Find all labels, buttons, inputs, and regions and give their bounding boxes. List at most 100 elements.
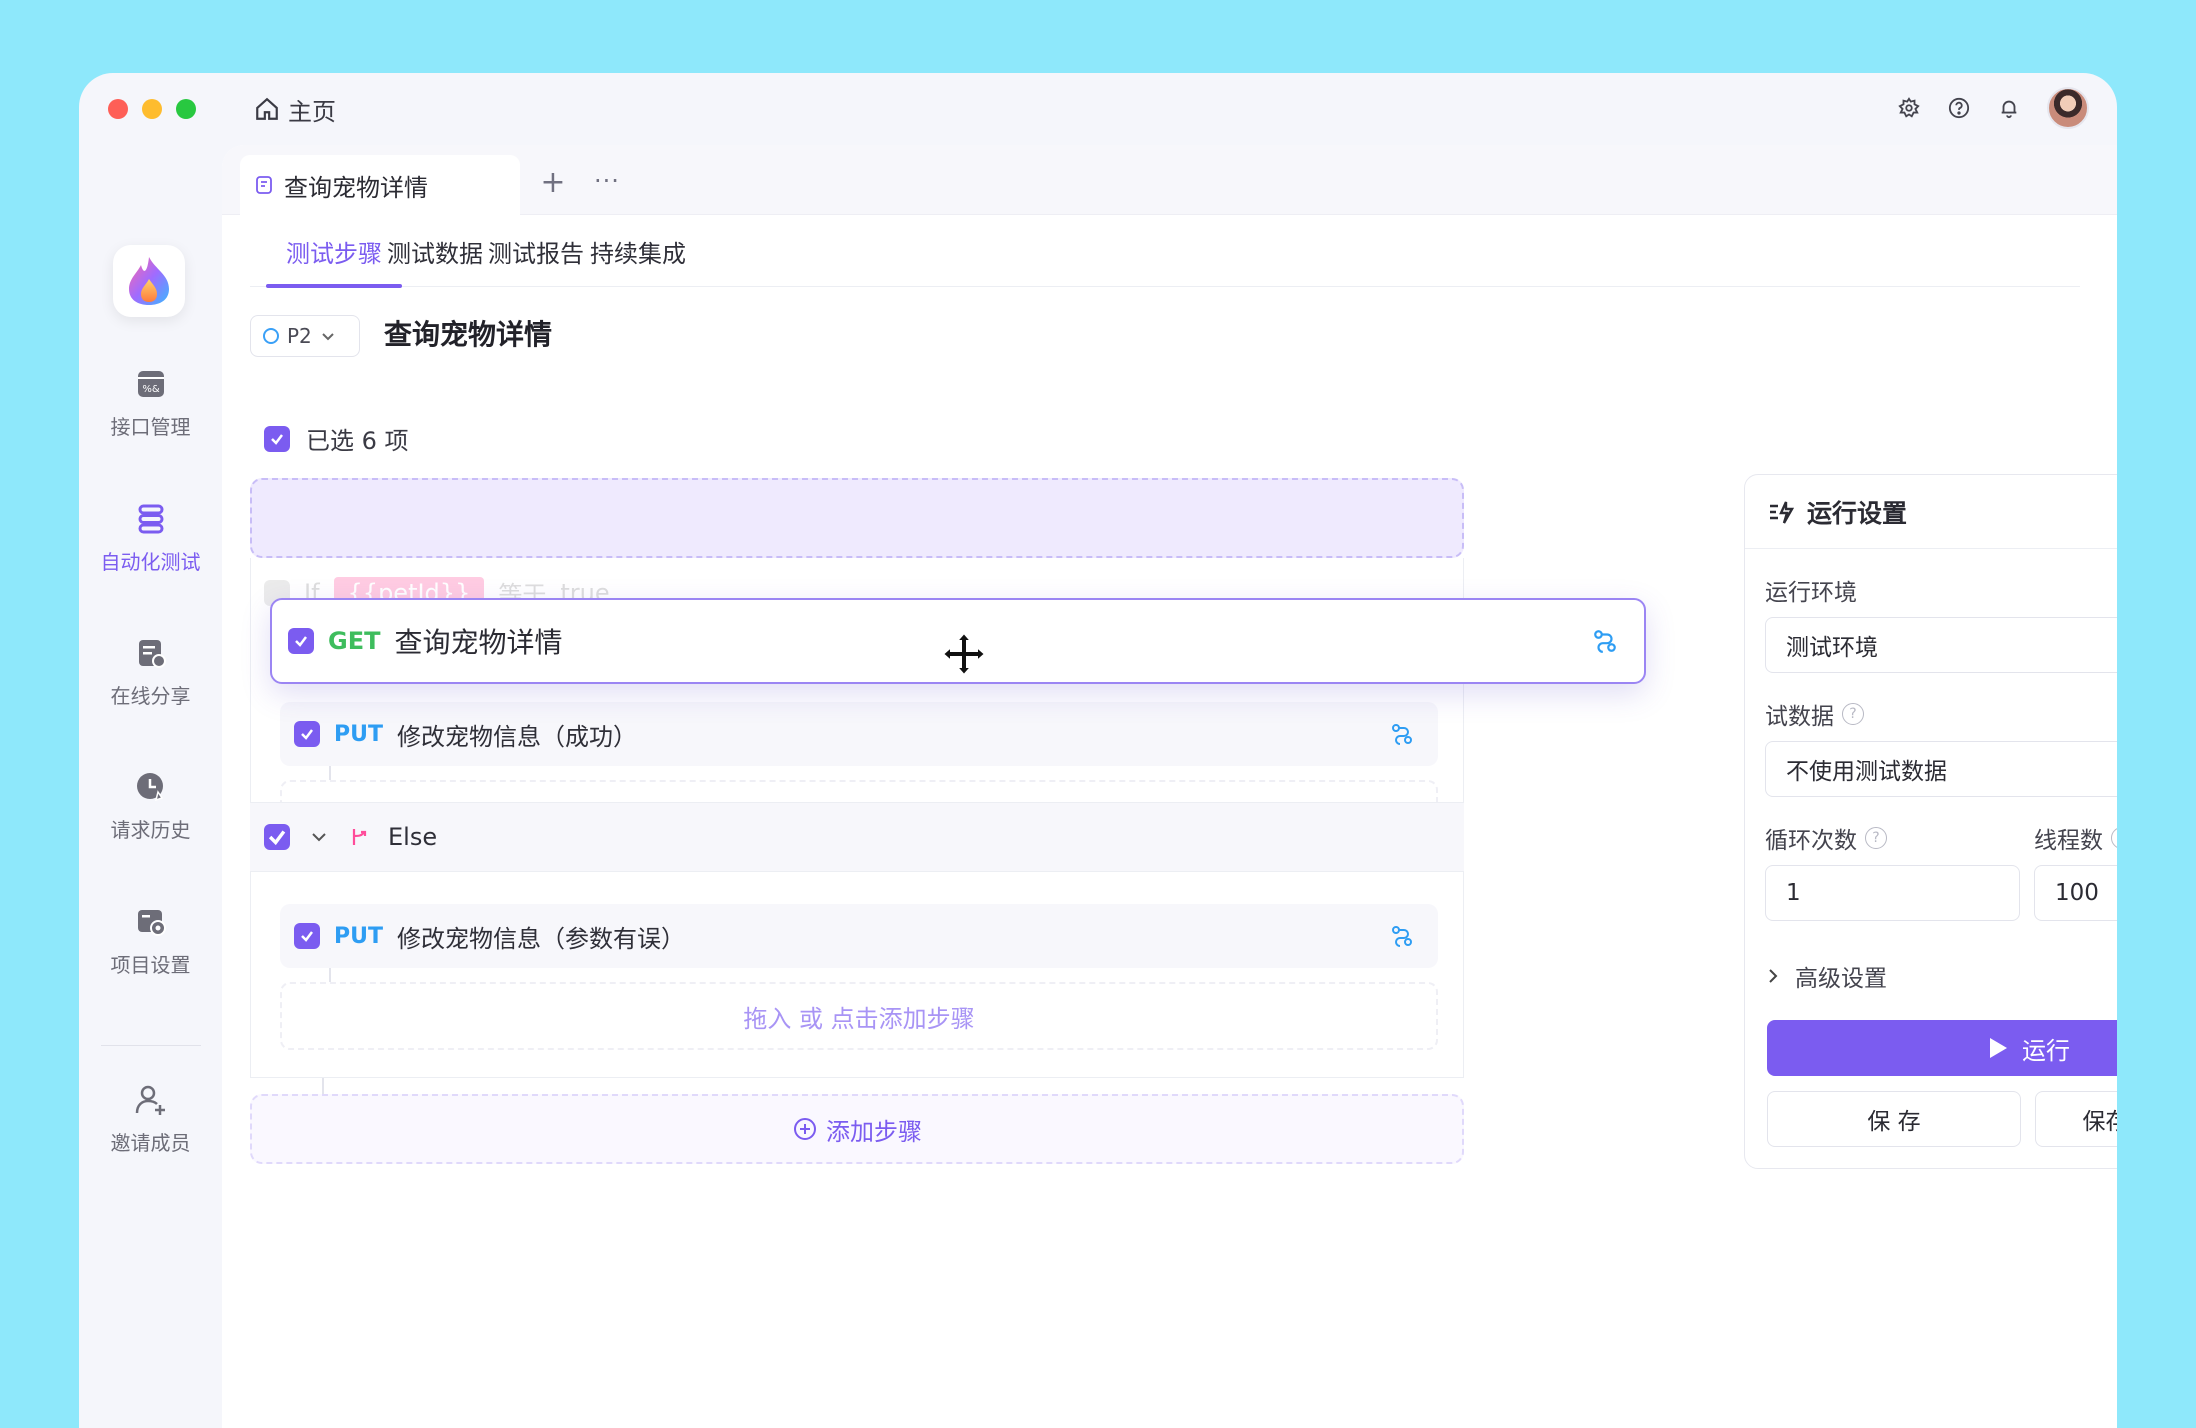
check-icon [301,931,313,942]
help-circle-icon[interactable]: ? [2111,827,2117,849]
test-data-label: 试数据 ? [1765,697,1864,731]
step-connector [329,766,331,780]
http-method: GET [328,627,381,655]
sidebar-item-label: 邀请成员 [110,1131,191,1155]
step-connector [329,968,331,982]
title-bar: 主页 [79,73,2117,145]
top-icon-bar [1897,87,2089,129]
http-method: PUT [334,923,383,949]
step-checkbox[interactable] [294,923,320,949]
help-icon [1948,97,1970,119]
test-data-select[interactable]: 不使用测试数据 [1765,741,2117,797]
linked-api-icon[interactable] [1592,628,1618,654]
loop-count-input[interactable] [1765,865,2020,921]
home-icon [256,97,278,120]
else-label: Else [388,823,438,851]
maximize-window-button[interactable] [176,99,196,119]
sidebar-item-label: 接口管理 [110,415,191,439]
sidebar-item-online-share[interactable]: 在线分享 [79,636,222,709]
notification-button[interactable] [1997,96,2021,120]
help-circle-icon[interactable]: ? [1865,827,1887,849]
sidebar: %& 接口管理 自动化测试 在线分享 请求历史 项目设置 邀请成员 [79,145,222,1428]
sidebar-item-invite-member[interactable]: 邀请成员 [79,1083,222,1156]
env-select[interactable]: 测试环境 [1765,617,2117,673]
priority-dot [263,328,279,344]
step-name: 查询宠物详情 [394,626,563,659]
tab-query-pet-detail[interactable]: 查询宠物详情 [240,155,520,215]
save-as-scene-button[interactable]: 保存为场景实例 [2035,1091,2117,1147]
sidebar-item-project-settings[interactable]: 项目设置 [79,905,222,978]
check-icon [268,830,286,846]
svg-text:%&: %& [142,384,160,395]
sidebar-item-label: 在线分享 [110,684,191,708]
env-label-text: 运行环境 [1765,580,1857,606]
gear-icon [1898,97,1920,118]
test-data-value: 不使用测试数据 [1786,759,1947,785]
drag-drop-placeholder[interactable] [250,478,1464,558]
run-settings-panel: 运行设置 运行环境 测试环境 试数据 ? 不使用测试数据 循环次数 ? 1 线程… [1744,474,2117,1169]
share-icon [138,640,166,668]
priority-select[interactable]: P2 [250,315,360,357]
more-tabs-button[interactable]: ··· [594,167,620,195]
tab-test-steps[interactable]: 测试步骤 [266,215,402,288]
step-put-error[interactable]: PUT 修改宠物信息（参数有误） [280,904,1438,968]
user-avatar[interactable] [2047,87,2089,129]
plus-circle-icon [794,1118,816,1140]
env-value: 测试环境 [1786,635,1878,661]
linked-api-icon[interactable] [1390,924,1414,948]
tab-test-data[interactable]: 测试数据 [387,215,483,287]
history-icon [136,773,163,802]
tab-continuous-integration[interactable]: 持续集成 [590,215,686,287]
tab-label: 查询宠物详情 [284,173,428,202]
sidebar-item-request-history[interactable]: 请求历史 [79,770,222,843]
project-settings-icon [137,910,166,936]
drop-or-add-step-zone[interactable]: 拖入 或 点击添加步骤 [280,982,1438,1050]
run-button[interactable]: 运行 [1767,1020,2117,1076]
selected-count: 已选 6 项 [306,427,409,455]
settings-gear-button[interactable] [1897,96,1921,120]
add-step-label: 添加步骤 [826,1117,922,1146]
else-branch-row[interactable]: Else [250,802,1464,872]
sidebar-item-automation[interactable]: 自动化测试 [79,502,222,575]
invite-member-icon [135,1085,165,1115]
close-window-button[interactable] [108,99,128,119]
minimize-window-button[interactable] [142,99,162,119]
play-icon [1990,1038,2007,1058]
page-title: 查询宠物详情 [384,318,553,351]
bell-icon [2001,100,2017,119]
env-label: 运行环境 [1765,573,1857,607]
step-connector [322,1078,324,1094]
sidebar-item-label: 项目设置 [110,953,191,977]
run-settings-title: 运行设置 [1807,498,1908,528]
home-label: 主页 [288,97,336,126]
loop-count-label-text: 循环次数 [1765,828,1857,854]
step-checkbox[interactable] [294,721,320,747]
help-button[interactable] [1947,96,1971,120]
save-button[interactable]: 保 存 [1767,1091,2021,1147]
step-checkbox[interactable] [288,628,314,654]
select-all-row: 已选 6 项 [264,421,409,456]
test-data-label-text: 试数据 [1765,704,1834,730]
add-step-button[interactable]: 添加步骤 [250,1094,1464,1164]
app-logo[interactable] [113,245,185,317]
app-window: 主页 %& 接口管理 自动化测试 在线分享 请求历史 项目设置 邀请成员 查询宠… [79,73,2117,1428]
run-settings-icon [1770,501,1795,524]
step-put-success[interactable]: PUT 修改宠物信息（成功） [280,702,1438,766]
select-all-checkbox[interactable] [264,425,290,452]
linked-api-icon[interactable] [1390,722,1414,746]
sidebar-item-api-management[interactable]: %& 接口管理 [79,367,222,440]
chevron-down-icon[interactable] [308,826,330,848]
sidebar-item-label: 请求历史 [110,818,191,842]
help-circle-icon[interactable]: ? [1842,703,1864,725]
thread-count-input[interactable] [2034,865,2117,921]
add-tab-button[interactable]: + [538,165,568,200]
flame-logo-icon [129,257,169,305]
automation-icon [138,504,163,534]
api-icon: %& [137,371,164,397]
advanced-settings-toggle[interactable]: 高级设置 [1765,959,1887,993]
run-settings-header: 运行设置 [1745,475,2117,549]
home-link[interactable]: 主页 [254,92,336,126]
tab-test-report[interactable]: 测试报告 [488,215,584,287]
step-checkbox[interactable] [264,824,290,850]
priority-value: P2 [287,324,312,348]
